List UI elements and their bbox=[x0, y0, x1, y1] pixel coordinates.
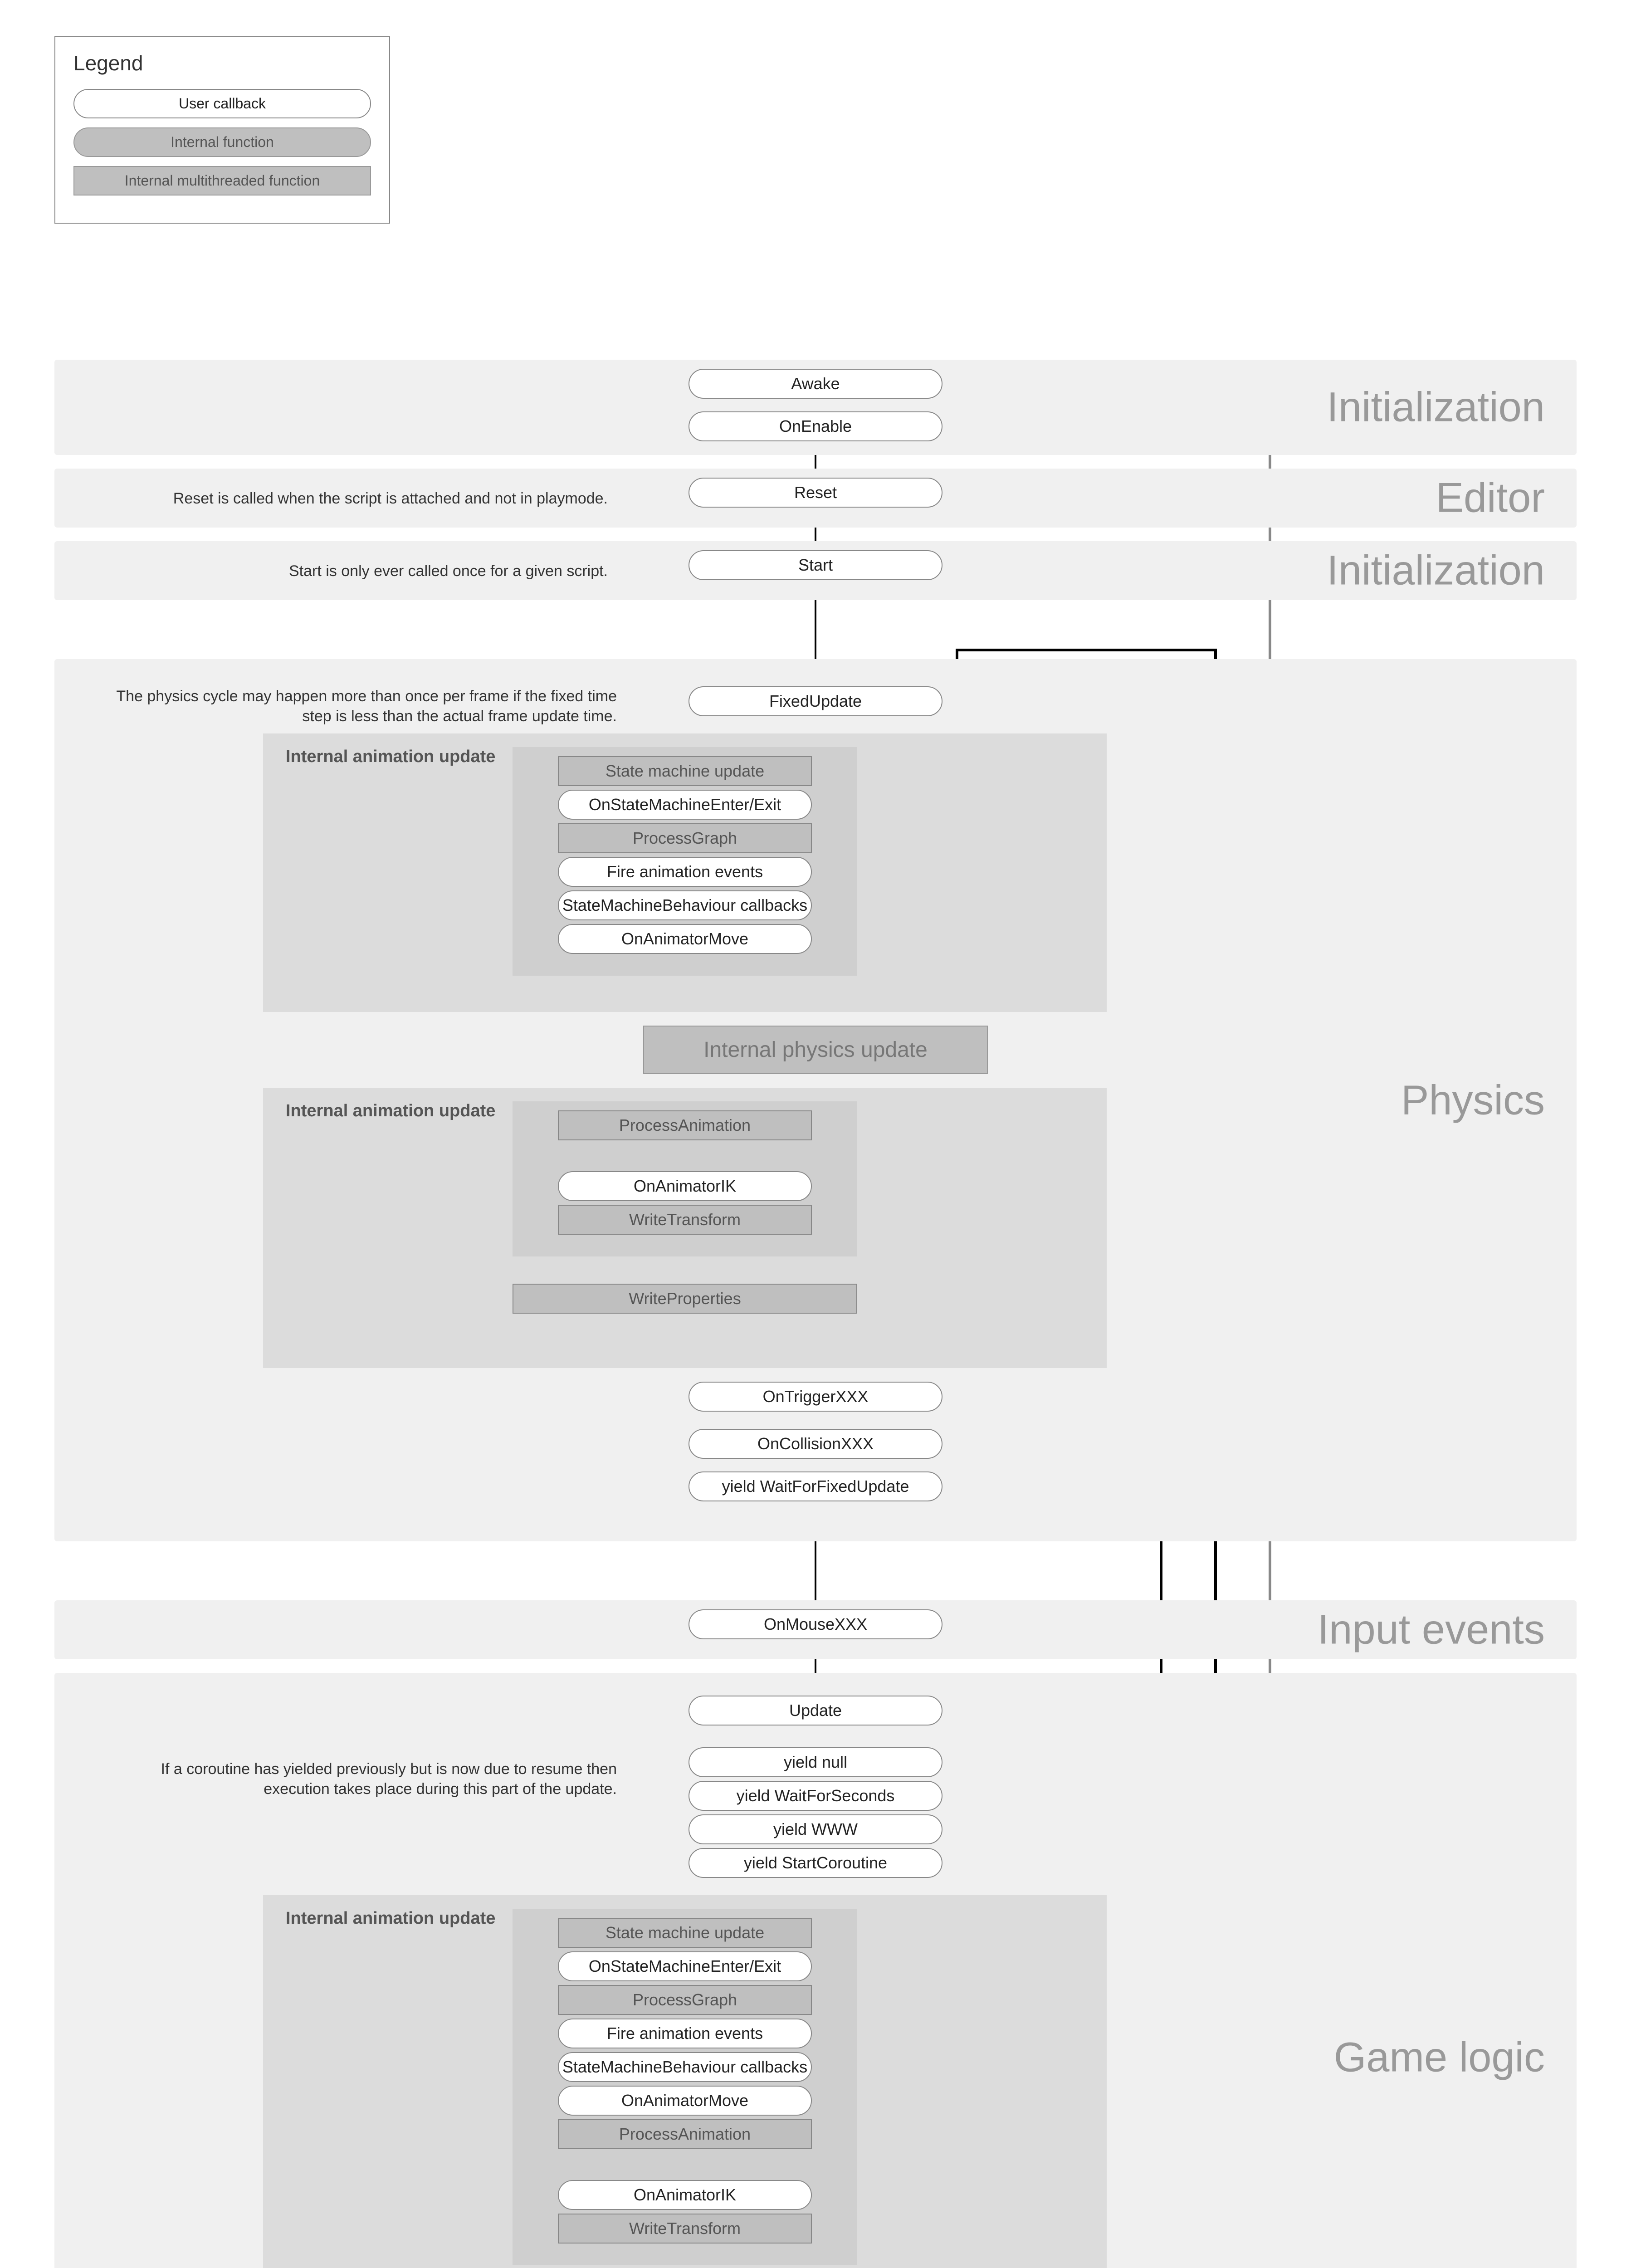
node-fire-animation-events: Fire animation events bbox=[558, 2019, 812, 2048]
node-fire-animation-events: Fire animation events bbox=[558, 857, 812, 887]
node-internal-physics-update: Internal physics update bbox=[643, 1026, 988, 1074]
lifecycle-diagram: Initialization Awake OnEnable Editor Res… bbox=[54, 360, 1577, 2268]
node-processgraph: ProcessGraph bbox=[558, 1985, 812, 2015]
node-smb-callbacks: StateMachineBehaviour callbacks bbox=[558, 890, 812, 920]
node-yield-waitforseconds: yield WaitForSeconds bbox=[689, 1781, 942, 1811]
node-state-machine-update: State machine update bbox=[558, 1918, 812, 1948]
note-coroutine: If a coroutine has yielded previously bu… bbox=[91, 1759, 617, 1799]
node-awake: Awake bbox=[689, 369, 942, 399]
section-title: Physics bbox=[1401, 1076, 1545, 1124]
section-title: Input events bbox=[1318, 1606, 1545, 1654]
node-update: Update bbox=[689, 1696, 942, 1725]
node-yield-null: yield null bbox=[689, 1747, 942, 1777]
legend-box: Legend User callback Internal function I… bbox=[54, 36, 390, 224]
node-smb-callbacks: StateMachineBehaviour callbacks bbox=[558, 2052, 812, 2082]
section-initialization-1: Initialization Awake OnEnable bbox=[54, 360, 1577, 455]
anim-block-title: Internal animation update bbox=[286, 1909, 495, 1928]
node-reset: Reset bbox=[689, 478, 942, 508]
node-yield-startcoroutine: yield StartCoroutine bbox=[689, 1848, 942, 1878]
node-processanimation: ProcessAnimation bbox=[558, 1110, 812, 1140]
physics-anim-block-2: Internal animation update ProcessAnimati… bbox=[263, 1088, 1107, 1368]
section-input-events: Input events OnMouseXXX bbox=[54, 1600, 1577, 1659]
legend-internal-multithreaded: Internal multithreaded function bbox=[73, 166, 371, 196]
legend-user-callback: User callback bbox=[73, 89, 371, 118]
node-onanimatorik: OnAnimatorIK bbox=[558, 1171, 812, 1201]
section-initialization-2: Initialization Start is only ever called… bbox=[54, 541, 1577, 600]
node-writetransform: WriteTransform bbox=[558, 1205, 812, 1235]
node-oncollision: OnCollisionXXX bbox=[689, 1429, 942, 1459]
section-title: Editor bbox=[1436, 474, 1545, 522]
node-onenable: OnEnable bbox=[689, 411, 942, 441]
section-title: Game logic bbox=[1334, 2034, 1545, 2082]
section-game-logic: Game logic Update yield null yield WaitF… bbox=[54, 1673, 1577, 2268]
node-start: Start bbox=[689, 550, 942, 580]
node-processanimation: ProcessAnimation bbox=[558, 2119, 812, 2149]
node-onanimatormove: OnAnimatorMove bbox=[558, 924, 812, 954]
node-yield-www: yield WWW bbox=[689, 1814, 942, 1844]
node-writeproperties: WriteProperties bbox=[513, 1284, 857, 1314]
note-start: Start is only ever called once for a giv… bbox=[109, 561, 608, 581]
section-title: Initialization bbox=[1327, 384, 1545, 431]
node-onstatemachine-enter-exit: OnStateMachineEnter/Exit bbox=[558, 790, 812, 820]
section-editor: Editor Reset is called when the script i… bbox=[54, 469, 1577, 528]
note-reset: Reset is called when the script is attac… bbox=[109, 489, 608, 508]
node-onstatemachine-enter-exit: OnStateMachineEnter/Exit bbox=[558, 1951, 812, 1981]
physics-anim-block-1: Internal animation update State machine … bbox=[263, 733, 1107, 1012]
section-title: Initialization bbox=[1327, 547, 1545, 595]
node-fixedupdate: FixedUpdate bbox=[689, 686, 942, 716]
anim-block-title: Internal animation update bbox=[286, 747, 495, 767]
gamelogic-anim-block: Internal animation update State machine … bbox=[263, 1895, 1107, 2268]
node-onanimatormove: OnAnimatorMove bbox=[558, 2086, 812, 2116]
node-onanimatorik: OnAnimatorIK bbox=[558, 2180, 812, 2210]
node-writetransform: WriteTransform bbox=[558, 2214, 812, 2244]
anim-block-title: Internal animation update bbox=[286, 1101, 495, 1121]
section-physics: Physics The physics cycle may happen mor… bbox=[54, 659, 1577, 1541]
legend-title: Legend bbox=[73, 51, 371, 75]
node-onmouse: OnMouseXXX bbox=[689, 1609, 942, 1639]
note-physics: The physics cycle may happen more than o… bbox=[91, 686, 617, 726]
node-state-machine-update: State machine update bbox=[558, 756, 812, 786]
node-processgraph: ProcessGraph bbox=[558, 823, 812, 853]
legend-internal-function: Internal function bbox=[73, 127, 371, 157]
node-yield-waitforfixedupdate: yield WaitForFixedUpdate bbox=[689, 1471, 942, 1501]
node-ontrigger: OnTriggerXXX bbox=[689, 1382, 942, 1412]
